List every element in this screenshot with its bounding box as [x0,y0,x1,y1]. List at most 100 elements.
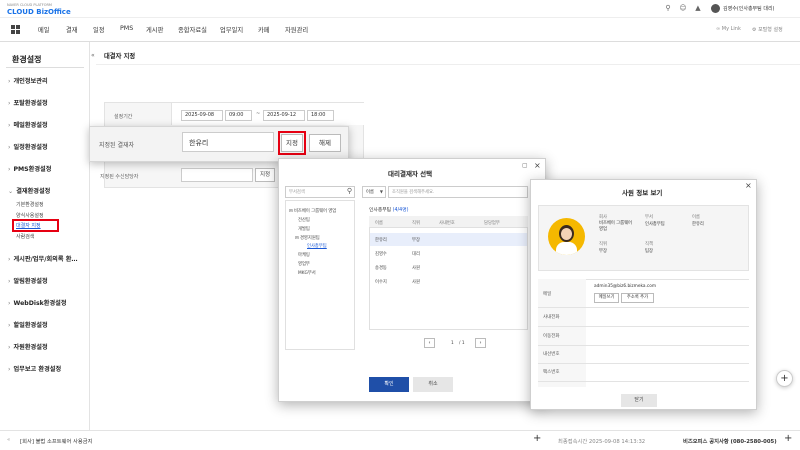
table-cell: 대리 [412,252,420,257]
prev-page-button[interactable]: ‹ [424,338,435,348]
sidebar-sub-search[interactable]: 사람검색 [16,233,34,240]
close-icon[interactable]: × [534,161,541,170]
company-label: 회사 [599,215,607,220]
tree-item[interactable]: 영업부 [298,261,310,267]
nav-item-resource[interactable]: 자원관리 [285,25,308,34]
last-login: 최종접속시간 2025-09-08 14:13:32 [558,439,646,445]
position-value: 부장 [599,249,607,254]
my-link[interactable]: ∞ My Link [716,26,741,32]
profile-photo [548,218,585,255]
dept-tree [285,200,355,350]
sidebar-item-pms[interactable]: › PMS환경설정 [8,164,51,173]
footer-notice-right[interactable]: 비즈오피스 공지사항 (080-2580-005) [683,437,777,445]
total-pages: / 1 [459,341,465,346]
title-divider [96,64,800,65]
nav-item-cafe[interactable]: 카페 [258,25,270,34]
footer-add-icon[interactable]: + [533,433,541,444]
office-phone-label: 사내전화 [543,315,560,320]
sidebar-item-schedule[interactable]: › 일정환경설정 [8,142,48,151]
designated-value: 한유리 [189,139,209,147]
tree-item[interactable]: 개발팀 [298,226,310,232]
nav-item-schedule[interactable]: 일정 [93,25,105,34]
sidebar: 환경설정 › 개인정보관리 › 포탈환경설정 › 메일환경설정 › 일정환경설정 › PM… [0,42,90,430]
confirm-button[interactable]: 확인 [369,377,409,392]
add-fab-button[interactable]: + [776,370,793,387]
tree-item[interactable]: ⊟ 경영지원팀 [295,235,320,241]
table-row[interactable] [370,275,527,288]
footer-notice-left[interactable]: [회사] 불법 소프트웨어 사용금지 [20,437,93,445]
person-icon[interactable]: ☺ [678,4,688,12]
sidebar-item-resource[interactable]: › 자원환경설정 [8,342,48,351]
cancel-button[interactable]: 취소 [413,377,453,392]
table-row[interactable] [370,247,527,260]
avatar [711,4,720,13]
footer-add-icon-right[interactable]: + [784,433,792,444]
chevron-down-icon: ▼ [379,189,383,194]
footer-prev-icon[interactable]: « [7,437,10,443]
dept-label: 부서 [645,215,653,220]
nav-item-pms[interactable]: PMS [120,25,133,32]
sidebar-item-webdisk[interactable]: › WebDisk환경설정 [8,298,67,307]
user-menu[interactable]: 김영수(인사총무팀 대리) [711,3,799,14]
search-icon[interactable]: ⚲ [663,4,673,12]
email-value[interactable]: admin35@biz6.bizmeka.com [594,284,656,289]
portal-settings[interactable]: ⚙ 포털형 설정 [752,26,783,33]
start-date-input[interactable]: 2025-09-08 [181,110,223,121]
send-mail-button[interactable]: 메일쓰기 [594,293,619,303]
position-label: 직위 [599,242,607,247]
table-row[interactable] [370,261,527,274]
end-time-select[interactable]: 18:00 [307,110,334,121]
name-value: 한유리 [692,222,704,227]
next-page-button[interactable]: › [475,338,486,348]
sidebar-item-report[interactable]: › 업무보고 환경설정 [8,364,61,373]
sidebar-item-mail[interactable]: › 메일환경설정 [8,120,48,129]
assign-button[interactable]: 지정 [281,134,303,152]
sidebar-sub-basic[interactable]: 기본환경설정 [16,201,44,208]
nav-item-mail[interactable]: 메일 [38,25,50,34]
tree-item-root[interactable]: ⊟ 비즈베이 그룹웨어 영업 [289,208,336,214]
app-logo[interactable]: NAVER CLOUD PLATFORM CLOUD BizOffice [7,3,87,16]
search-icon[interactable]: ⚲ [347,187,352,195]
nav-item-board[interactable]: 게시판 [146,25,163,34]
sidebar-item-portal[interactable]: › 포탈환경설정 [8,98,48,107]
receiver-input[interactable] [181,168,253,182]
tree-item[interactable]: 마케팅 [298,252,310,258]
sidebar-item-approval[interactable]: ⌄ 결재환경설정 [8,186,50,195]
col-name: 이름 [375,221,383,226]
sidebar-sub-proxy[interactable]: 대결자 지정 [16,222,41,229]
name-label: 이름 [692,215,700,220]
range-tilde: ~ [256,111,261,117]
app-grid-icon[interactable] [11,25,20,34]
designated-input[interactable]: 한유리 [182,132,274,152]
nav-item-approval[interactable]: 결재 [66,25,78,34]
sidebar-sub-form[interactable]: 양식사용설정 [16,212,44,219]
rank-label: 직책 [645,242,653,247]
dept-search-input[interactable]: 부서검색 ⚲ [285,186,355,198]
collapse-sidebar-icon[interactable]: « [91,52,95,59]
tree-item[interactable]: MKG부서 [298,270,316,276]
nav-item-library[interactable]: 종합자료실 [178,25,207,34]
top-bar: NAVER CLOUD PLATFORM CLOUD BizOffice ⚲ ☺… [0,0,800,18]
maximize-icon[interactable]: ▢ [522,162,528,169]
release-button[interactable]: 해제 [309,134,341,152]
table-row-selected[interactable] [370,233,527,246]
tree-item[interactable]: 전산팀 [298,217,310,223]
add-contact-button[interactable]: 주소록 추가 [621,293,654,303]
bell-icon[interactable]: ▲ [693,4,703,12]
sidebar-item-todo[interactable]: › 할일환경설정 [8,320,48,329]
start-time-select[interactable]: 09:00 [225,110,252,121]
member-search-input[interactable]: 조직원을 검색해주세요. [388,186,528,198]
sidebar-item-alarm[interactable]: › 알림환경설정 [8,276,48,285]
end-date-input[interactable]: 2025-09-12 [263,110,305,121]
receiver-assign-button[interactable]: 지정 [255,168,275,182]
filter-select[interactable]: 이름 ▼ [362,186,386,198]
tree-item-selected[interactable]: 인사총무팀 [307,243,327,249]
footer-bar: « [회사] 불법 소프트웨어 사용금지 + 최종접속시간 2025-09-08… [0,430,800,450]
sidebar-item-personal[interactable]: › 개인정보관리 [8,76,48,85]
close-icon[interactable]: × [745,181,752,190]
sidebar-item-board[interactable]: › 게시판/업무/회의록 환… [8,254,78,263]
col-position: 직위 [412,221,420,226]
close-button[interactable]: 닫기 [621,394,657,407]
nav-item-worklog[interactable]: 업무일지 [220,25,243,34]
col-ext: 사내번호 [439,221,455,226]
